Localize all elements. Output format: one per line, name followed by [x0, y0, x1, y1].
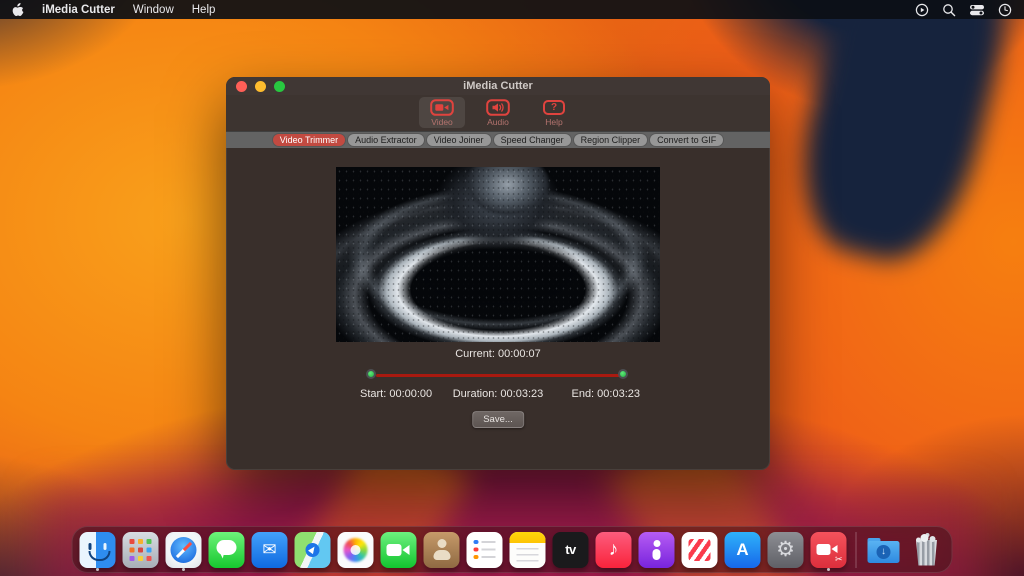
menu-bar: iMedia Cutter Window Help: [0, 0, 1024, 19]
feature-tab-bar: Video Trimmer Audio Extractor Video Join…: [226, 131, 770, 148]
dock-item-mail[interactable]: ✉: [252, 530, 288, 570]
tab-region-clipper[interactable]: Region Clipper: [574, 134, 648, 146]
dock-item-messages[interactable]: [209, 530, 245, 570]
safari-icon: [166, 532, 202, 568]
apple-menu-icon[interactable]: [12, 3, 24, 17]
trim-end-handle[interactable]: [618, 369, 628, 379]
video-camera-icon: [430, 99, 454, 116]
music-icon: ♪: [596, 532, 632, 568]
toolbar-label-video: Video: [431, 117, 453, 127]
downloads-folder-icon: ↓: [866, 532, 902, 568]
toolbar-item-video[interactable]: Video: [419, 97, 465, 128]
toolbar-label-audio: Audio: [487, 117, 509, 127]
menu-help[interactable]: Help: [192, 4, 216, 16]
tab-audio-extractor[interactable]: Audio Extractor: [348, 134, 424, 146]
trim-slider-track[interactable]: [376, 374, 624, 377]
dock-item-system-settings[interactable]: ⚙: [768, 530, 804, 570]
video-grain-overlay-dark: [336, 167, 660, 342]
question-mark-icon: ?: [542, 99, 566, 116]
toolbar-item-audio[interactable]: Audio: [475, 97, 521, 128]
window-toolbar: Video Audio ? Help: [226, 95, 770, 131]
menu-app-name[interactable]: iMedia Cutter: [42, 4, 115, 16]
reminders-icon: [467, 532, 503, 568]
duration-label: Duration: 00:03:23: [226, 388, 770, 400]
dock-item-facetime[interactable]: [381, 530, 417, 570]
dock-item-photos[interactable]: [338, 530, 374, 570]
speaker-icon: [486, 99, 510, 116]
running-indicator: [96, 568, 99, 571]
search-icon[interactable]: [942, 3, 956, 17]
tab-video-joiner[interactable]: Video Joiner: [427, 134, 491, 146]
save-button[interactable]: Save...: [472, 411, 524, 428]
dock-item-podcasts[interactable]: [639, 530, 675, 570]
tab-convert-to-gif[interactable]: Convert to GIF: [650, 134, 723, 146]
maps-icon: [295, 532, 331, 568]
launchpad-icon: [123, 532, 159, 568]
video-preview[interactable]: [336, 167, 660, 342]
photos-icon: [338, 532, 374, 568]
trash-icon: [909, 532, 945, 568]
tab-video-trimmer[interactable]: Video Trimmer: [273, 134, 345, 146]
imedia-cutter-icon: ✂: [811, 532, 847, 568]
dock-item-app-store[interactable]: A: [725, 530, 761, 570]
dock-item-launchpad[interactable]: [123, 530, 159, 570]
dock-item-contacts[interactable]: [424, 530, 460, 570]
facetime-icon: [381, 532, 417, 568]
running-indicator: [182, 568, 185, 571]
apple-tv-icon: tv: [553, 532, 589, 568]
dock-item-trash[interactable]: [909, 530, 945, 570]
dock-item-finder[interactable]: [80, 530, 116, 570]
dock-item-music[interactable]: ♪: [596, 530, 632, 570]
menu-window[interactable]: Window: [133, 4, 174, 16]
tab-speed-changer[interactable]: Speed Changer: [494, 134, 571, 146]
dock-divider: [856, 532, 857, 568]
dock-item-reminders[interactable]: [467, 530, 503, 570]
dock-item-news[interactable]: [682, 530, 718, 570]
dock-item-notes[interactable]: [510, 530, 546, 570]
podcasts-icon: [639, 532, 675, 568]
messages-icon: [209, 532, 245, 568]
dock-item-apple-tv[interactable]: tv: [553, 530, 589, 570]
dock-item-downloads[interactable]: ↓: [866, 530, 902, 570]
current-time-label: Current: 00:00:07: [226, 348, 770, 360]
running-indicator: [827, 568, 830, 571]
window-title: iMedia Cutter: [226, 80, 770, 92]
dock-item-safari[interactable]: [166, 530, 202, 570]
end-time-label: End: 00:03:23: [571, 388, 640, 400]
finder-icon: [80, 532, 116, 568]
trim-start-handle[interactable]: [366, 369, 376, 379]
dock-item-imedia-cutter[interactable]: ✂: [811, 530, 847, 570]
control-center-icon[interactable]: [969, 4, 985, 16]
toolbar-item-help[interactable]: ? Help: [531, 97, 577, 128]
screen-recording-icon[interactable]: [915, 3, 929, 17]
app-store-icon: A: [725, 532, 761, 568]
time-labels-row: Start: 00:00:00 Duration: 00:03:23 End: …: [226, 388, 770, 402]
imedia-cutter-window: iMedia Cutter Video Audio ? Help Video T…: [226, 77, 770, 470]
toolbar-label-help: Help: [545, 117, 562, 127]
notes-icon: [510, 532, 546, 568]
window-title-bar[interactable]: iMedia Cutter: [226, 77, 770, 95]
news-icon: [682, 532, 718, 568]
dock-item-maps[interactable]: [295, 530, 331, 570]
system-settings-icon: ⚙: [768, 532, 804, 568]
mail-icon: ✉: [252, 532, 288, 568]
dock: ✉ tv ♪ A ⚙ ✂ ↓: [72, 526, 953, 573]
clock-icon[interactable]: [998, 3, 1012, 17]
contacts-icon: [424, 532, 460, 568]
